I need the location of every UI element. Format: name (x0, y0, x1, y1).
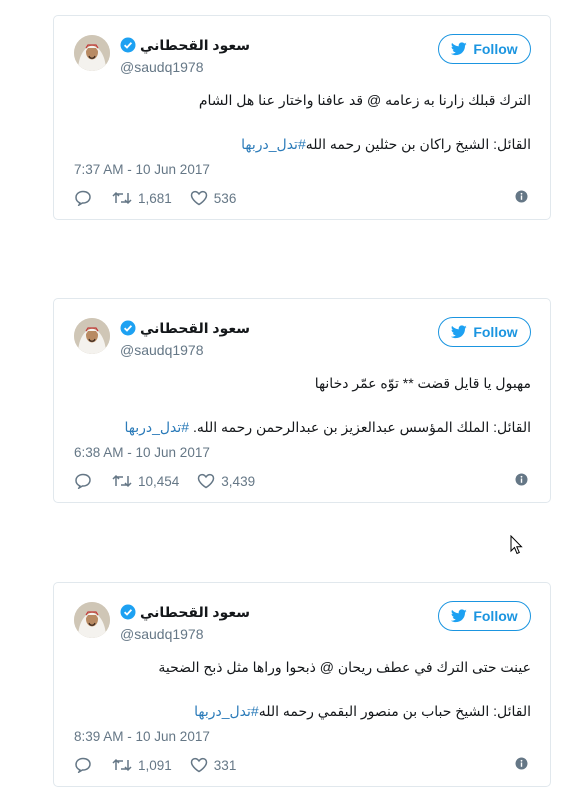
mouse-cursor-icon (510, 535, 523, 555)
tweet-timestamp[interactable]: 8:39 AM - 10 Jun 2017 (74, 729, 210, 744)
attribution-text: القائل: الشيخ حباب بن منصور البقمي رحمه … (258, 703, 531, 719)
follow-button[interactable]: Follow (438, 34, 531, 64)
verified-badge-icon (120, 320, 136, 336)
author-name: سعود القحطاني (140, 603, 251, 620)
verified-badge-icon (120, 37, 136, 53)
like-button[interactable]: 536 (190, 190, 237, 206)
tweet-actions: 1,681 536 (74, 187, 236, 209)
tweet-text-line: الترك قبلك زارنا به زعامه @ قد عافنا واخ… (198, 92, 531, 108)
attribution-text: القائل: الشيخ راكان بن حثلين رحمه الله (305, 136, 531, 152)
like-button[interactable]: 331 (190, 757, 237, 773)
info-icon[interactable] (515, 757, 528, 770)
retweet-button[interactable]: 1,681 (112, 190, 172, 206)
author-name-row[interactable]: سعود القحطاني (120, 603, 250, 621)
retweet-icon (112, 474, 132, 488)
author-handle[interactable]: @saudq1978 (120, 59, 204, 75)
retweet-count: 1,091 (138, 757, 172, 773)
like-heart-icon (190, 190, 208, 206)
tweet-attribution-line: القائل: الملك المؤسس عبدالعزيز بن عبدالر… (124, 419, 531, 436)
twitter-bird-icon (451, 609, 468, 623)
reply-icon (75, 190, 91, 206)
like-heart-icon (198, 473, 215, 489)
reply-button[interactable] (74, 473, 92, 489)
author-name: سعود القحطاني (140, 319, 251, 336)
avatar[interactable] (74, 318, 110, 354)
attribution-text: القائل: الملك المؤسس عبدالعزيز بن عبدالر… (192, 419, 531, 435)
retweet-count: 1,681 (138, 190, 172, 206)
reply-icon (75, 473, 91, 489)
hashtag-link[interactable]: #تدل_دربها (241, 136, 306, 152)
author-name-row[interactable]: سعود القحطاني (120, 36, 250, 54)
follow-button[interactable]: Follow (438, 317, 531, 347)
tweet-timestamp[interactable]: 7:37 AM - 10 Jun 2017 (74, 162, 210, 177)
follow-label: Follow (473, 324, 518, 340)
author-handle[interactable]: @saudq1978 (120, 626, 204, 642)
tweet-attribution-line: القائل: الشيخ راكان بن حثلين رحمه الله#ت… (241, 136, 531, 153)
hashtag-link[interactable]: #تدل_دربها (124, 419, 189, 435)
author-name: سعود القحطاني (140, 36, 251, 53)
retweet-count: 10,454 (138, 473, 180, 489)
twitter-bird-icon (451, 42, 468, 56)
author-name-row[interactable]: سعود القحطاني (120, 319, 250, 337)
like-heart-icon (190, 757, 208, 773)
hashtag-link[interactable]: #تدل_دربها (194, 703, 259, 719)
like-button[interactable]: 3,439 (197, 473, 255, 489)
like-count: 331 (213, 757, 237, 773)
tweet-timestamp[interactable]: 6:38 AM - 10 Jun 2017 (74, 445, 210, 460)
info-icon[interactable] (515, 473, 528, 486)
tweet-card: سعود القحطاني @saudq1978 Follow الترك قب… (53, 15, 551, 220)
tweet-card: سعود القحطاني @saudq1978 Follow عينت حتى… (53, 582, 551, 787)
follow-label: Follow (473, 608, 518, 624)
twitter-bird-icon (451, 325, 468, 339)
reply-button[interactable] (74, 190, 92, 206)
avatar[interactable] (74, 602, 110, 638)
author-handle[interactable]: @saudq1978 (120, 342, 204, 358)
tweet-actions: 10,454 3,439 (74, 470, 255, 492)
reply-button[interactable] (74, 757, 92, 773)
tweet-card: سعود القحطاني @saudq1978 Follow مهبول يا… (53, 298, 551, 503)
follow-button[interactable]: Follow (438, 601, 531, 631)
verified-badge-icon (120, 604, 136, 620)
retweet-button[interactable]: 10,454 (112, 473, 179, 489)
info-icon[interactable] (515, 190, 528, 203)
tweet-actions: 1,091 331 (74, 754, 236, 776)
tweet-attribution-line: القائل: الشيخ حباب بن منصور البقمي رحمه … (194, 703, 531, 720)
tweet-text-line: مهبول يا قايل قضت ** توّه عمّر دخانها (314, 375, 531, 391)
reply-icon (75, 757, 91, 773)
like-count: 536 (213, 190, 237, 206)
follow-label: Follow (473, 41, 518, 57)
retweet-icon (112, 191, 132, 205)
retweet-icon (112, 758, 132, 772)
retweet-button[interactable]: 1,091 (112, 757, 172, 773)
like-count: 3,439 (221, 473, 256, 489)
avatar[interactable] (74, 35, 110, 71)
tweet-text-line: عينت حتى الترك في عطف ريحان @ ذبحوا وراه… (158, 659, 531, 675)
